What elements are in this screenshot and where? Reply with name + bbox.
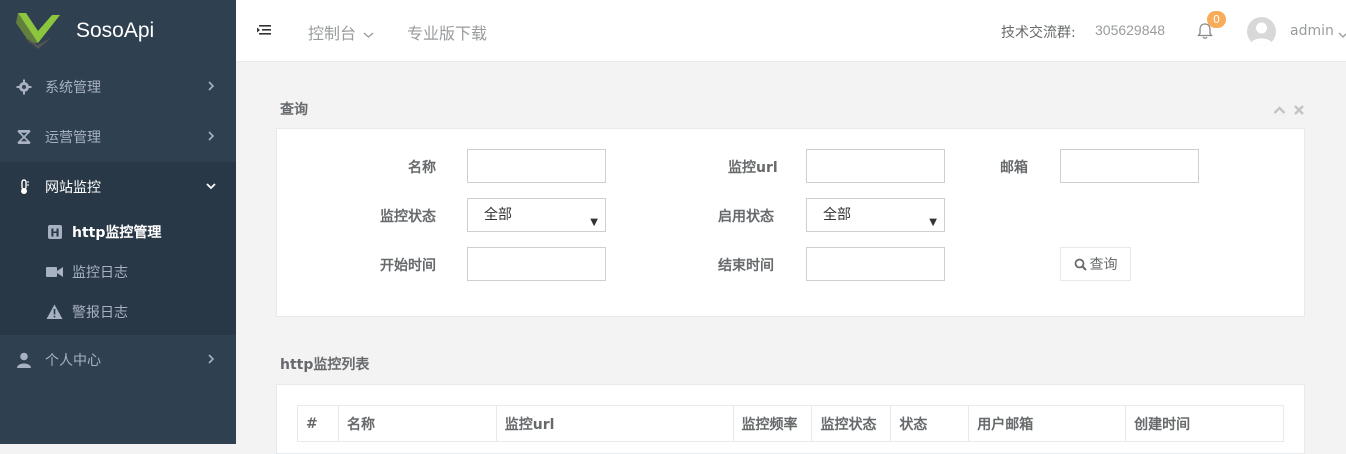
list-panel-title: http监控列表 <box>280 357 370 373</box>
column-header[interactable]: 状态 <box>890 405 970 442</box>
email-label: 邮箱 <box>1000 160 1028 176</box>
end-time-input[interactable] <box>806 247 945 281</box>
enable-status-label: 启用状态 <box>718 209 774 225</box>
start-time-input[interactable] <box>467 247 606 281</box>
panel-tools <box>1273 103 1304 119</box>
avatar[interactable] <box>1247 17 1276 46</box>
chevron-right-icon <box>204 129 218 143</box>
user-name[interactable]: admin <box>1290 23 1334 39</box>
qq-group-number: 305629848 <box>1095 22 1166 38</box>
chevron-right-icon <box>204 79 218 93</box>
end-time-label: 结束时间 <box>718 258 774 274</box>
close-icon[interactable] <box>1294 103 1304 119</box>
column-header[interactable]: # <box>297 405 339 442</box>
search-icon <box>1074 258 1087 271</box>
sidebar-submenu: H http监控管理 监控日志 警报日志 <box>0 212 236 334</box>
subitem-label: 监控日志 <box>72 265 128 281</box>
enable-status-value: 全部 <box>823 207 851 223</box>
name-input[interactable] <box>467 149 606 183</box>
sidebar-subitem-alert-log[interactable]: 警报日志 <box>0 292 236 332</box>
qq-group-label: 技术交流群: <box>1001 25 1076 41</box>
console-label: 控制台 <box>308 24 357 43</box>
sidebar-item-operations[interactable]: 运营管理 <box>0 112 236 162</box>
column-header[interactable]: 用户邮箱 <box>968 405 1127 442</box>
url-label: 监控url <box>728 160 778 176</box>
svg-text:H: H <box>50 227 59 240</box>
enable-status-select[interactable]: 全部 ▼ <box>806 198 945 232</box>
sidebar: SosoApi 系统管理 运营管理 网站监控 H http监控管理 监控日志 警… <box>0 0 236 444</box>
thermometer-icon <box>16 179 32 195</box>
sidebar-item-system[interactable]: 系统管理 <box>0 62 236 112</box>
video-camera-icon <box>46 264 63 280</box>
column-header[interactable]: 监控url <box>495 405 734 442</box>
monitor-status-label: 监控状态 <box>380 209 436 225</box>
column-header[interactable]: 监控状态 <box>811 405 892 442</box>
brand-name: SosoApi <box>76 19 155 42</box>
column-header[interactable]: 名称 <box>337 405 497 442</box>
sidebar-item-label: 网站监控 <box>45 180 101 196</box>
http-monitor-table: # 名称 监控url 监控频率 监控状态 状态 用户邮箱 创建时间 <box>297 405 1284 442</box>
user-icon <box>16 352 32 368</box>
url-input[interactable] <box>806 149 945 183</box>
start-time-label: 开始时间 <box>380 258 436 274</box>
subitem-label: 警报日志 <box>72 305 128 321</box>
name-label: 名称 <box>408 160 436 176</box>
sidebar-item-label: 个人中心 <box>45 352 101 369</box>
sidebar-subitem-monitor-log[interactable]: 监控日志 <box>0 252 236 292</box>
monitor-status-value: 全部 <box>484 207 512 223</box>
main-content: 查询 名称 监控url 邮箱 监控状态 全部 ▼ 启用状态 全部 ▼ 开始时间 … <box>236 62 1346 454</box>
logo[interactable]: SosoApi <box>0 0 236 62</box>
logo-icon <box>16 9 64 53</box>
sidebar-item-label: 运营管理 <box>45 130 101 146</box>
hourglass-icon <box>16 129 32 145</box>
caret-down-icon: ▼ <box>590 217 598 228</box>
chevron-right-icon <box>204 352 218 366</box>
menu-toggle-icon[interactable] <box>256 22 272 38</box>
chevron-down-icon[interactable] <box>1338 27 1346 38</box>
email-input[interactable] <box>1060 149 1199 183</box>
chevron-down-icon <box>363 31 374 38</box>
column-header[interactable]: 创建时间 <box>1125 405 1284 442</box>
pro-download-link[interactable]: 专业版下载 <box>407 20 487 44</box>
table-header-row: # 名称 监控url 监控频率 监控状态 状态 用户邮箱 创建时间 <box>297 405 1284 442</box>
chevron-down-icon <box>204 179 218 193</box>
h-square-icon: H <box>46 224 63 240</box>
gear-icon <box>16 79 32 95</box>
console-menu[interactable]: 控制台 <box>308 20 374 44</box>
column-header[interactable]: 监控频率 <box>732 405 813 442</box>
sidebar-subitem-http-monitor[interactable]: H http监控管理 <box>0 212 236 252</box>
caret-down-icon: ▼ <box>929 217 937 228</box>
warning-icon <box>46 304 63 320</box>
monitor-status-select[interactable]: 全部 ▼ <box>467 198 606 232</box>
search-button-label: 查询 <box>1089 257 1118 273</box>
search-button[interactable]: 查询 <box>1060 247 1131 281</box>
sidebar-item-profile[interactable]: 个人中心 <box>0 334 236 384</box>
sidebar-item-label: 系统管理 <box>45 80 101 96</box>
query-form: 名称 监控url 邮箱 监控状态 全部 ▼ 启用状态 全部 ▼ 开始时间 结束时… <box>276 128 1305 317</box>
subitem-label: http监控管理 <box>72 225 162 241</box>
query-panel-title: 查询 <box>280 102 308 118</box>
sidebar-item-site-monitor[interactable]: 网站监控 <box>0 162 236 212</box>
notification-badge: 0 <box>1207 11 1226 28</box>
collapse-icon[interactable] <box>1273 103 1286 119</box>
top-navbar: 控制台 专业版下载 技术交流群: 305629848 0 admin <box>236 0 1346 62</box>
